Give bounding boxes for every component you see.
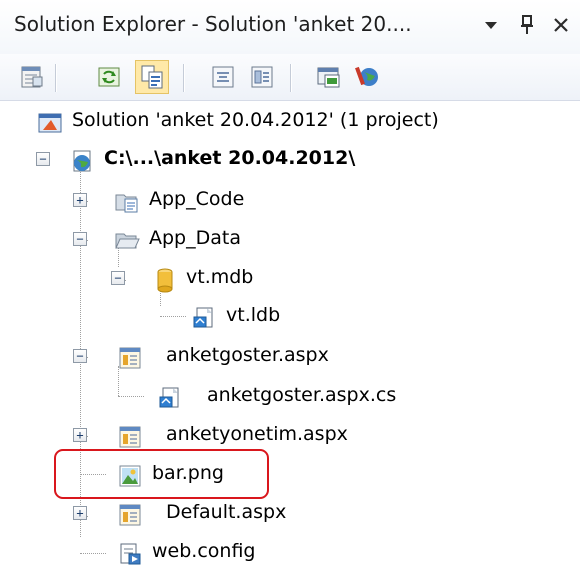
nest-related-files-icon [317,67,340,88]
tree-item-label: Default.aspx [166,501,287,523]
tree-item-vt-mdb[interactable]: − vt.mdb [0,262,580,296]
tree-item-vt-ldb[interactable]: vt.ldb [0,300,580,334]
pin-icon [521,15,533,34]
view-code-button[interactable] [206,60,240,94]
database-icon [157,268,173,293]
tree-item-label: Solution 'anket 20.04.2012' (1 project) [72,109,439,131]
window-pin-button[interactable] [512,8,542,42]
toolbar-separator [290,64,291,92]
collapse-toggle[interactable]: − [73,349,87,363]
asp-net-configuration-icon [355,66,378,86]
tree-item-label: App_Data [149,227,241,249]
tree-item-anketgoster-cs[interactable]: anketgoster.aspx.cs [0,380,580,414]
collapse-toggle[interactable]: − [36,152,50,166]
tree-item-app-data[interactable]: − App_Data [0,223,580,257]
tree-item-label: anketgoster.aspx [166,344,329,366]
tree-item-label: vt.ldb [226,304,281,326]
expand-toggle[interactable]: + [73,193,87,207]
view-designer-button[interactable] [245,60,279,94]
nest-related-files-button[interactable] [312,60,346,94]
tree-item-label: web.config [152,540,256,562]
tree-item-label: anketyonetim.aspx [166,423,348,445]
highlight-annotation-box [54,449,269,499]
open-folder-icon [115,233,140,249]
aspx-page-icon [119,504,141,526]
refresh-icon [98,67,120,87]
csharp-code-file-icon [159,387,179,408]
tree-item-anketyonetim-aspx[interactable]: + anketyonetim.aspx [0,419,580,453]
asp-net-configuration-button[interactable] [351,60,385,94]
window-title: Solution Explorer - Solution 'anket 20..… [14,12,412,36]
web-project-icon [73,150,91,172]
linked-file-icon [193,307,213,328]
solution-tree: Solution 'anket 20.04.2012' (1 project) … [0,101,580,577]
collapse-toggle[interactable]: − [73,232,87,246]
view-designer-icon [251,66,273,88]
solution-icon [38,113,62,133]
collapse-toggle[interactable]: − [111,271,125,285]
tree-item-anketgoster-aspx[interactable]: − anketgoster.aspx [0,340,580,374]
properties-button[interactable] [15,60,49,94]
view-code-icon [212,66,234,88]
config-file-icon [120,543,141,565]
tree-item-label: vt.mdb [186,266,254,288]
close-icon [554,18,568,32]
tree-item-app-code[interactable]: + App_Code [0,184,580,218]
toolbar-separator [183,64,184,92]
toolbar-separator [55,64,56,92]
aspx-page-icon [119,347,141,369]
aspx-page-icon [119,426,141,448]
tree-item-project[interactable]: − C:\...\anket 20.04.2012\ [0,143,580,177]
app-code-folder-icon [115,194,138,213]
title-bar: Solution Explorer - Solution 'anket 20..… [0,0,580,54]
tree-item-label: C:\...\anket 20.04.2012\ [104,147,356,169]
tree-item-default-aspx[interactable]: + Default.aspx [0,497,580,531]
expand-toggle[interactable]: + [73,506,87,520]
solution-explorer-window: Solution Explorer - Solution 'anket 20..… [0,0,580,577]
tree-item-web-config[interactable]: web.config [0,536,580,570]
refresh-button[interactable] [92,60,126,94]
tree-item-label: anketgoster.aspx.cs [207,384,397,406]
dropdown-arrow-icon [485,22,497,29]
tree-item-solution[interactable]: Solution 'anket 20.04.2012' (1 project) [0,105,580,139]
window-dropdown-button[interactable] [476,8,506,42]
expand-toggle[interactable]: + [73,428,87,442]
tree-item-label: App_Code [149,188,245,210]
window-close-button[interactable] [546,8,576,42]
show-all-files-button[interactable] [135,60,169,94]
show-all-files-icon [141,65,163,89]
toolbar [0,54,580,101]
properties-icon [21,66,43,88]
